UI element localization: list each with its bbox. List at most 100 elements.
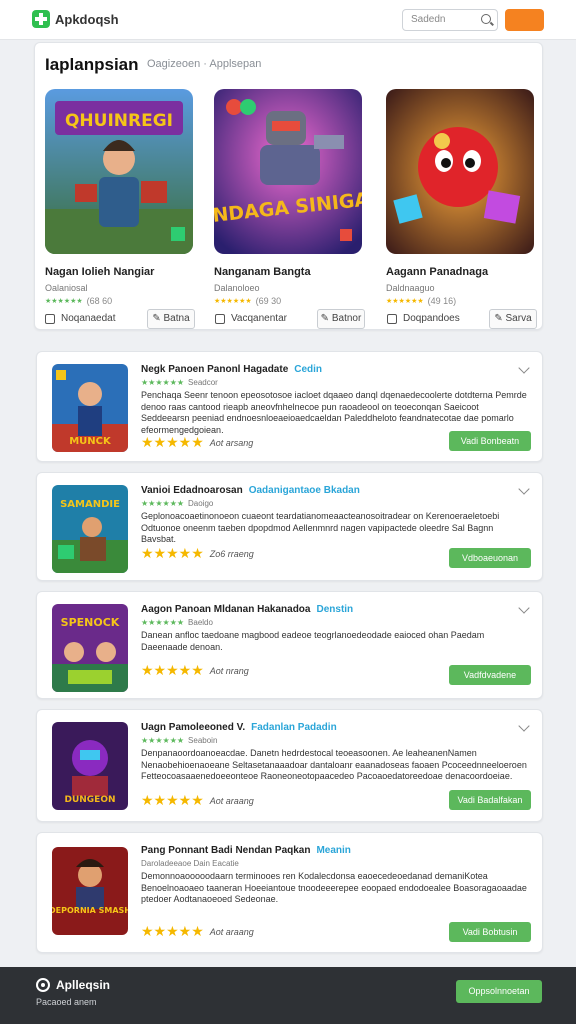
download-button[interactable]: Vdboaeuonan [449, 548, 531, 568]
item-rating: ★★★★★ Aot araang [141, 923, 254, 940]
game-thumbnail[interactable]: MUNCK [52, 364, 128, 452]
game-name: Nanganam Bangta [214, 266, 311, 278]
list-item[interactable]: DUNGEON Uagn Pamoleeoned V. Fadanlan Pada… [36, 709, 543, 822]
chevron-down-icon[interactable] [518, 720, 530, 732]
footer-subtitle: Pacaoed anem [36, 997, 97, 1007]
featured-card-actions: Noqanaedat ✎ Batna [45, 309, 197, 331]
site-logo[interactable]: Apkdoqsh [32, 10, 119, 28]
list-item[interactable]: SAMANDIE Vanioi Edadnoarosan Oadanigantao… [36, 472, 543, 581]
game-meta: Daldnaaguo [386, 283, 435, 293]
game-name: Aagann Panadnaga [386, 266, 489, 278]
art-title: MUNCK [69, 436, 112, 447]
art-title: DEPORNIA SMASH [52, 906, 128, 915]
rating-stars: ★★★★★★ [386, 298, 424, 305]
item-rating: ★★★★★ Aot arsang [141, 434, 253, 451]
rating-stars: ★★★★★ [141, 545, 204, 561]
game-thumbnail[interactable] [386, 89, 534, 254]
art-title: DUNGEON [64, 795, 115, 805]
item-rating: ★★★★★ Aot nrang [141, 662, 249, 679]
game-thumbnail[interactable]: SAMANDIE [52, 485, 128, 573]
featured-section: Iaplanpsian Oagizeoen · Applsepan QHUINR… [34, 42, 543, 330]
art-title: QHUINREGI [65, 111, 173, 131]
top-bar: Apkdoqsh Sadedn [0, 0, 576, 40]
item-title[interactable]: Aagon Panoan Mldanan Hakanadoa Denstin [141, 604, 353, 615]
rating-count: (49 16) [427, 296, 457, 306]
item-subtitle: ★★★★★★ Baeldo [141, 618, 213, 627]
checkbox-icon[interactable] [387, 314, 397, 324]
featured-card[interactable]: KENDAGA SINIGASI Nanganam Bangta Dalanol… [214, 89, 364, 306]
art-title: SPENOCK [61, 616, 120, 629]
item-title[interactable]: Pang Ponnant Badi Nendan Paqkan Meanin [141, 845, 351, 856]
rating-count: Zo6 rraeng [209, 548, 254, 559]
search-input[interactable]: Sadedn [402, 9, 498, 31]
check-label: Vacqanentar [231, 313, 287, 324]
download-button[interactable]: Vadi Badalfakan [449, 790, 531, 810]
item-title[interactable]: Negk Panoen Panonl Hagadate Cedin [141, 364, 322, 375]
chevron-down-icon[interactable] [518, 602, 530, 614]
item-description: Geplonoacoaetinonoeon cuaeont teardatian… [141, 511, 500, 544]
app-logo-icon [36, 978, 50, 992]
rating-stars: ★★★★★ [141, 434, 204, 450]
rating-stars: ★★★★★★ [214, 298, 252, 305]
item-subtitle: ★★★★★★ Seadcor [141, 378, 218, 387]
footer-bar: Aplleqsin Pacaoed anem Oppsolnnoetan [0, 967, 576, 1024]
game-meta: Oalaniosal [45, 283, 88, 293]
rating-stars: ★★★★★ [141, 792, 204, 808]
breadcrumb: Oagizeoen · Applsepan [147, 58, 262, 70]
list-item[interactable]: MUNCK Negk Panoen Panonl Hagadate Cedin ★… [36, 351, 543, 462]
rating-stars: ★★★★★ [141, 923, 204, 939]
item-description: Penchaqa Seenr tenoon epeosotosoe iacloe… [141, 390, 527, 435]
download-button[interactable]: Vadi Bobtusin [449, 922, 531, 942]
download-button[interactable]: Vadi Bonbeatn [449, 431, 531, 451]
rating-count: Aot nrang [209, 665, 249, 676]
chevron-down-icon[interactable] [518, 483, 530, 495]
game-thumbnail[interactable]: DEPORNIA SMASH [52, 847, 128, 935]
list-item[interactable]: DEPORNIA SMASH Pang Ponnant Badi Nendan … [36, 832, 543, 953]
card-button[interactable]: ✎ Batna [147, 309, 195, 329]
game-meta: Dalanoloeo [214, 283, 260, 293]
rating-count: Aot araang [209, 926, 254, 937]
chevron-down-icon[interactable] [518, 362, 530, 374]
game-thumbnail[interactable]: KENDAGA SINIGASI [214, 89, 362, 254]
header-action-button[interactable] [505, 9, 544, 31]
rating: ★★★★★★ (68 60 [45, 296, 195, 306]
rating-count: (69 30 [255, 296, 282, 306]
rating-count: Aot araang [209, 795, 254, 806]
featured-card[interactable]: Aagann Panadnaga Daldnaaguo ★★★★★★ (49 1… [386, 89, 536, 306]
featured-card-actions: Vacqanentar ✎ Batnor [215, 309, 367, 331]
list-item[interactable]: SPENOCK Aagon Panoan Mldanan Hakanadoa De… [36, 591, 543, 699]
rating-stars: ★★★★★★ [45, 298, 83, 305]
card-button[interactable]: ✎ Batnor [317, 309, 365, 329]
item-subtitle: ★★★★★★ Daoigo [141, 499, 214, 508]
footer-logo[interactable]: Aplleqsin [36, 978, 110, 992]
game-thumbnail[interactable]: QHUINREGI [45, 89, 193, 254]
item-description: Denpanaoordoanoeacdae. Danetn hedrdestoc… [141, 748, 527, 781]
featured-card[interactable]: QHUINREGI Nagan Iolieh Nangiar Oalaniosa… [45, 89, 195, 306]
game-name: Nagan Iolieh Nangiar [45, 266, 155, 278]
card-button[interactable]: ✎ Sarva [489, 309, 537, 329]
item-subtitle: ★★★★★★ Seaboin [141, 736, 218, 745]
checkbox-icon[interactable] [215, 314, 225, 324]
item-rating: ★★★★★ Aot araang [141, 792, 254, 809]
check-label: Doqpandoes [403, 313, 460, 324]
featured-card-actions: Doqpandoes ✎ Sarva [387, 309, 539, 331]
item-title[interactable]: Vanioi Edadnoarosan Oadanigantaoe Bkadan [141, 485, 360, 496]
item-title[interactable]: Uagn Pamoleeoned V. Fadanlan Padadin [141, 722, 337, 733]
footer-app-name: Aplleqsin [56, 978, 111, 992]
download-button[interactable]: Vadfdvadene [449, 665, 531, 685]
item-description: Demonnoaooooodaarn terminooes ren Kodale… [141, 871, 527, 904]
search-icon[interactable] [481, 14, 491, 24]
footer-cta-button[interactable]: Oppsolnnoetan [456, 980, 542, 1003]
search-placeholder: Sadedn [411, 14, 446, 25]
game-thumbnail[interactable]: SPENOCK [52, 604, 128, 692]
item-subtitle: Daroladeeaoe Dain Eacatie [141, 859, 239, 868]
rating-stars: ★★★★★ [141, 662, 204, 678]
rating: ★★★★★★ (49 16) [386, 296, 536, 306]
art-title: SAMANDIE [60, 499, 120, 510]
rating-count: (68 60 [86, 296, 113, 306]
rating-count: Aot arsang [209, 437, 254, 448]
checkbox-icon[interactable] [45, 314, 55, 324]
item-rating: ★★★★★ Zo6 rraeng [141, 545, 254, 562]
game-thumbnail[interactable]: DUNGEON [52, 722, 128, 810]
check-label: Noqanaedat [61, 313, 116, 324]
